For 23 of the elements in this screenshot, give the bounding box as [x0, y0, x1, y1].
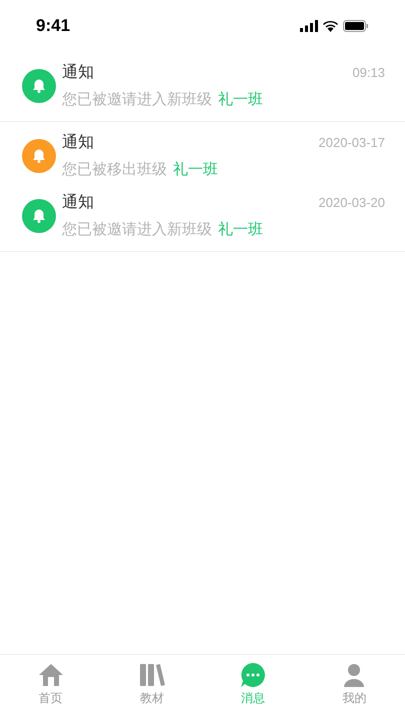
message-text: 您已被移出班级: [62, 160, 167, 180]
chat-icon: [240, 663, 266, 687]
battery-icon: [343, 20, 369, 32]
home-icon: [38, 663, 64, 687]
message-time: 2020-03-20: [318, 194, 385, 212]
tab-item[interactable]: 我的: [304, 655, 405, 720]
message-text: 您已被邀请进入新班级: [62, 220, 212, 240]
message-title: 通知: [62, 132, 94, 152]
wifi-icon: [322, 20, 339, 32]
tab-item[interactable]: 首页: [0, 655, 102, 720]
message-time: 09:13: [352, 64, 385, 82]
class-link[interactable]: 礼一班: [173, 158, 218, 181]
tab-item[interactable]: 消息: [202, 655, 304, 720]
tab-item[interactable]: 教材: [101, 655, 202, 720]
books-icon: [138, 663, 165, 687]
class-link[interactable]: 礼一班: [218, 219, 263, 242]
message-time: 2020-03-17: [318, 134, 385, 152]
status-time: 9:41: [36, 15, 70, 38]
class-link[interactable]: 礼一班: [218, 89, 263, 112]
signal-icon: [300, 20, 318, 32]
message-title: 通知: [62, 192, 94, 213]
message-title: 通知: [62, 62, 94, 83]
message-text: 您已被邀请进入新班级: [62, 90, 212, 110]
